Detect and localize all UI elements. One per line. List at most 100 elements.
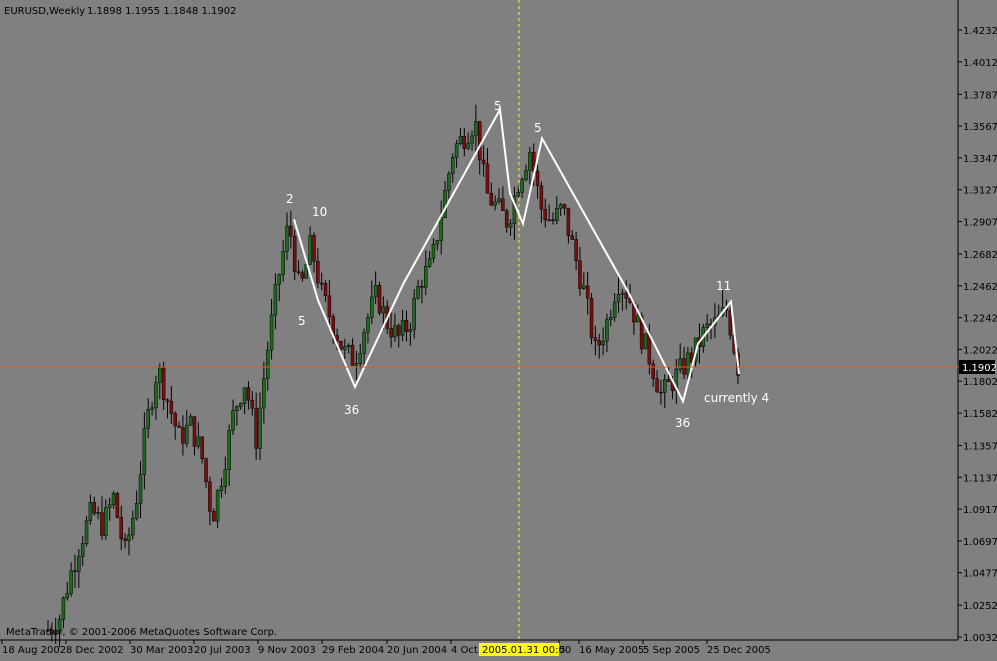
candle bbox=[643, 333, 648, 350]
x-tick-label: 8 Dec 2002 bbox=[66, 645, 124, 656]
candle-body-bear bbox=[212, 511, 216, 522]
candle-body-bull bbox=[343, 346, 347, 350]
candle-body-bear bbox=[589, 297, 594, 338]
candle-body-bull bbox=[277, 274, 282, 285]
y-tick-label: 1.2022 bbox=[963, 345, 997, 356]
candle-body-bull bbox=[142, 428, 147, 475]
y-tick-label: 1.2907 bbox=[963, 217, 997, 228]
candle-body-bear bbox=[289, 225, 293, 237]
candle-body-bull bbox=[104, 507, 108, 536]
candle bbox=[377, 281, 382, 316]
candle-body-bear bbox=[319, 282, 324, 285]
y-tick-label: 1.3347 bbox=[963, 154, 997, 165]
candle-body-bull bbox=[616, 293, 621, 303]
candle-body-bear bbox=[501, 198, 505, 211]
candle-body-bear bbox=[100, 512, 104, 536]
candle-body-bull bbox=[609, 317, 613, 320]
candlestick-chart: 1.4232 1.4012 1.3787 1.3567 1.3347 1.3127 1.29… bbox=[0, 0, 997, 657]
chart-title: EURUSD,Weekly bbox=[4, 6, 85, 17]
candle-body-bear bbox=[477, 121, 482, 161]
candle-body-bull bbox=[269, 314, 274, 351]
candle-body-bear bbox=[504, 210, 509, 228]
candle-body-bear bbox=[481, 159, 486, 165]
annotation-label: 36 bbox=[675, 416, 690, 430]
candle-body-bull bbox=[273, 283, 278, 316]
candle-body-bear bbox=[566, 207, 571, 236]
candle-body-bull bbox=[223, 469, 228, 487]
x-tick-label: 18 Aug 2002 bbox=[2, 645, 66, 656]
candle-body-bear bbox=[250, 399, 255, 409]
candle-body-bull bbox=[354, 363, 359, 366]
candle-body-bear bbox=[535, 170, 540, 187]
candle-body-bear bbox=[655, 378, 659, 393]
candle-body-bear bbox=[404, 320, 409, 332]
candle-body-bull bbox=[111, 493, 116, 506]
annotation-label: currently 4 bbox=[704, 391, 769, 405]
candle-body-bull bbox=[620, 292, 625, 295]
candle-body-bull bbox=[366, 317, 370, 333]
candle-body-bull bbox=[346, 344, 351, 347]
candle-body-bear bbox=[539, 185, 544, 210]
candle-body-bull bbox=[678, 358, 682, 370]
candle-body-bear bbox=[562, 204, 567, 209]
candle-body-bear bbox=[651, 363, 655, 379]
candle bbox=[589, 292, 594, 345]
candle-body-bull bbox=[663, 379, 667, 393]
candle-body-bear bbox=[339, 341, 343, 350]
candle-body-bull bbox=[77, 556, 81, 572]
candle-body-bull bbox=[443, 190, 447, 218]
candle-body-bull bbox=[447, 173, 451, 191]
candle-body-bull bbox=[636, 315, 640, 323]
candle-body-bull bbox=[524, 170, 528, 180]
candle-body-bear bbox=[485, 163, 490, 194]
candle-body-bear bbox=[173, 413, 177, 427]
candle-body-bull bbox=[158, 367, 162, 383]
annotation-label: 5 bbox=[534, 121, 542, 135]
candle-body-bear bbox=[161, 367, 166, 401]
candle-body-bull bbox=[219, 486, 224, 491]
annotation-label: 10 bbox=[312, 205, 327, 219]
candle-body-bear bbox=[254, 408, 258, 449]
candle-body-bear bbox=[327, 295, 332, 317]
candle-body-bull bbox=[412, 297, 416, 330]
candle-body-bull bbox=[705, 323, 709, 328]
candle-body-bull bbox=[238, 403, 243, 407]
y-tick-label: 1.3127 bbox=[963, 186, 997, 197]
candle-body-bear bbox=[169, 400, 174, 414]
candle-body-bull bbox=[516, 191, 521, 197]
candle-body-bull bbox=[362, 332, 366, 354]
candle-body-bull bbox=[69, 570, 73, 594]
candle-body-bull bbox=[146, 409, 150, 429]
y-tick-label: 1.0477 bbox=[963, 569, 997, 580]
candle-body-bull bbox=[308, 235, 312, 265]
y-tick-label: 1.0917 bbox=[963, 505, 997, 516]
candle-body-bull bbox=[528, 152, 532, 171]
y-tick-label: 1.1357 bbox=[963, 442, 997, 453]
candle-body-bear bbox=[296, 271, 301, 274]
candle-body-bull bbox=[227, 430, 231, 470]
candle-body-bull bbox=[400, 320, 405, 336]
candle-body-bull bbox=[88, 502, 93, 521]
candle-body-bear bbox=[728, 310, 733, 336]
candle-body-bull bbox=[470, 135, 474, 144]
candle-body-bull bbox=[493, 201, 497, 206]
candle-body-bear bbox=[574, 239, 578, 261]
candle-body-bull bbox=[605, 319, 609, 342]
candle-body-bull bbox=[370, 296, 374, 318]
candle-body-bear bbox=[119, 517, 123, 540]
candle-body-bear bbox=[624, 292, 628, 299]
candle-body-bull bbox=[138, 474, 143, 504]
y-tick-label: 1.0252 bbox=[963, 601, 997, 612]
candle-body-bear bbox=[115, 493, 120, 518]
candle-body-bear bbox=[204, 458, 208, 482]
candle-body-bear bbox=[123, 538, 127, 542]
candle-body-bull bbox=[520, 179, 524, 193]
candle-body-bull bbox=[131, 518, 135, 536]
y-tick-label: 1.3567 bbox=[963, 122, 997, 133]
candle-body-bull bbox=[61, 597, 66, 620]
candle-body-bear bbox=[323, 283, 328, 296]
candle-body-bull bbox=[215, 490, 220, 522]
candle-body-bull bbox=[185, 424, 189, 444]
y-tick-label: 1.2242 bbox=[963, 314, 997, 325]
candle-body-bull bbox=[555, 208, 559, 222]
